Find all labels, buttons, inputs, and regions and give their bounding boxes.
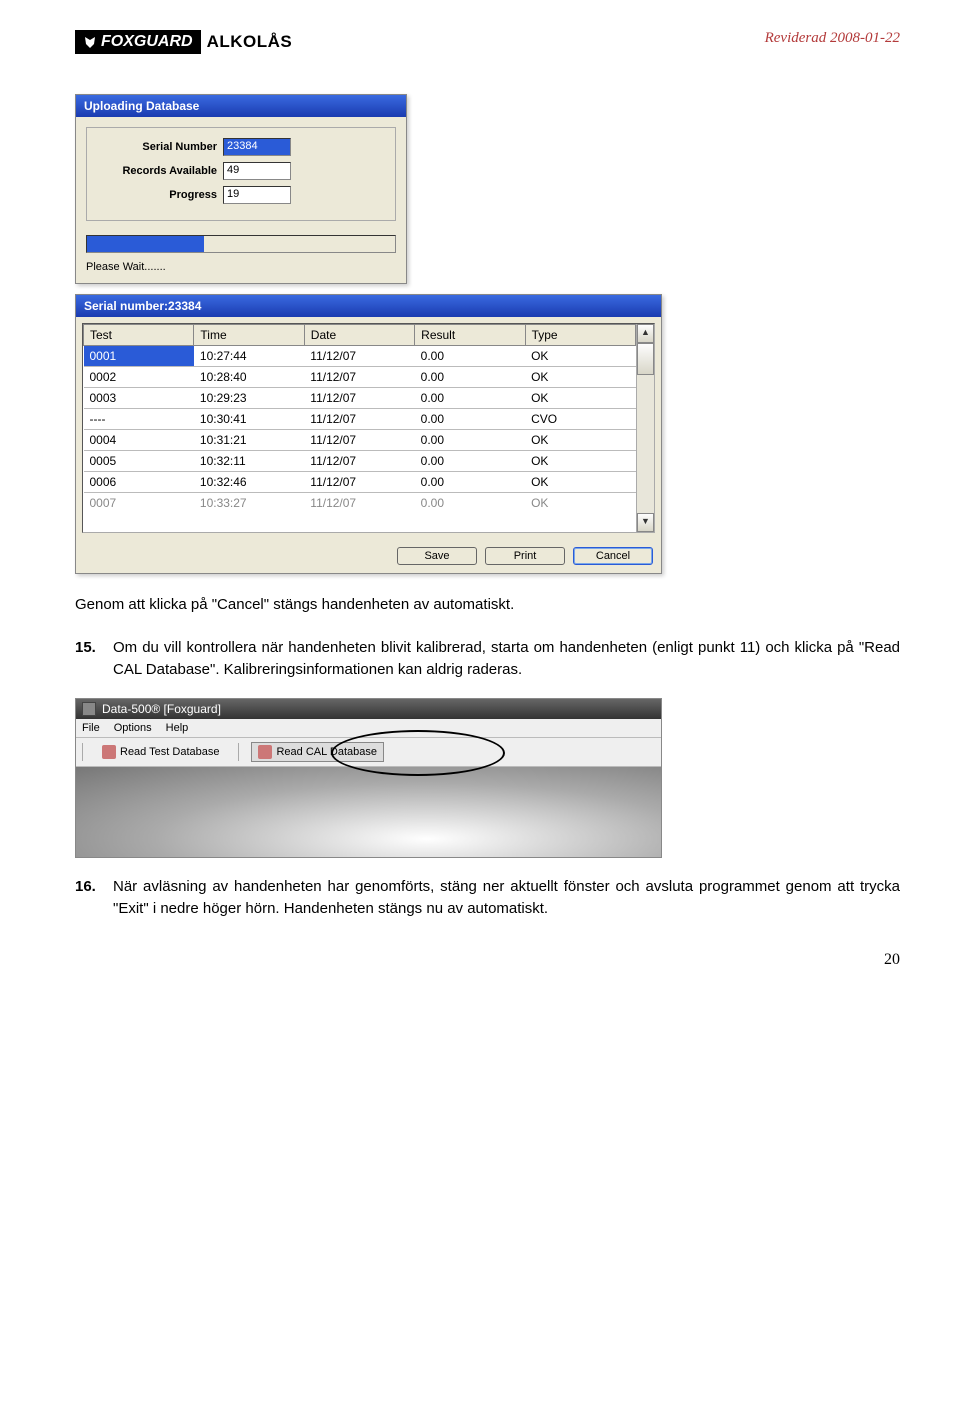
- logo-brand-text: FOXGUARD: [101, 33, 193, 51]
- dialog-title: Uploading Database: [76, 95, 406, 117]
- read-cal-icon: [258, 745, 272, 759]
- paragraph-cancel-info: Genom att klicka på "Cancel" stängs hand…: [75, 594, 900, 617]
- item-15-number: 15.: [75, 637, 113, 682]
- col-type[interactable]: Type: [525, 325, 635, 346]
- fox-icon: [83, 35, 97, 49]
- progress-label: Progress: [97, 189, 223, 201]
- scroll-down-icon[interactable]: ▼: [637, 513, 654, 532]
- read-test-database-button[interactable]: Read Test Database: [95, 742, 226, 762]
- progress-bar: [86, 235, 396, 253]
- app-window-title: Data-500® [Foxguard]: [76, 699, 661, 719]
- page-number: 20: [75, 951, 900, 969]
- read-test-icon: [102, 745, 116, 759]
- app-body-background: [76, 767, 661, 857]
- item-16-number: 16.: [75, 876, 113, 921]
- menu-options[interactable]: Options: [114, 722, 152, 734]
- read-cal-database-button[interactable]: Read CAL Database: [251, 742, 384, 762]
- please-wait-text: Please Wait.......: [86, 261, 396, 273]
- table-row[interactable]: 000110:27:4411/12/070.00OK: [84, 346, 636, 367]
- table-row[interactable]: 000610:32:4611/12/070.00OK: [84, 472, 636, 493]
- table-row[interactable]: 000510:32:1111/12/070.00OK: [84, 451, 636, 472]
- brand-logo: FOXGUARD ALKOLÅS: [75, 30, 292, 54]
- table-row[interactable]: 000710:33:2711/12/070.00OK: [84, 493, 636, 511]
- col-test[interactable]: Test: [84, 325, 194, 346]
- serial-input[interactable]: 23384: [223, 138, 291, 156]
- cancel-button[interactable]: Cancel: [573, 547, 653, 565]
- item-15: 15. Om du vill kontrollera när handenhet…: [75, 637, 900, 682]
- uploading-dialog: Uploading Database Serial Number 23384 R…: [75, 94, 407, 284]
- item-16: 16. När avläsning av handenheten har gen…: [75, 876, 900, 921]
- scroll-thumb[interactable]: [637, 343, 654, 375]
- scrollbar[interactable]: ▲ ▼: [636, 324, 654, 532]
- scroll-track[interactable]: [637, 343, 654, 513]
- col-time[interactable]: Time: [194, 325, 304, 346]
- item-15-text: Om du vill kontrollera när handenheten b…: [113, 637, 900, 682]
- print-button[interactable]: Print: [485, 547, 565, 565]
- save-button[interactable]: Save: [397, 547, 477, 565]
- menu-file[interactable]: File: [82, 722, 100, 734]
- revision-date: Reviderad 2008-01-22: [765, 30, 900, 47]
- col-result[interactable]: Result: [415, 325, 525, 346]
- table-row[interactable]: 000410:31:2111/12/070.00OK: [84, 430, 636, 451]
- records-input[interactable]: 49: [223, 162, 291, 180]
- scroll-up-icon[interactable]: ▲: [637, 324, 654, 343]
- results-dialog-title: Serial number:23384: [76, 295, 661, 317]
- progress-input[interactable]: 19: [223, 186, 291, 204]
- results-table[interactable]: Test Time Date Result Type 000110:27:441…: [83, 324, 636, 510]
- col-date[interactable]: Date: [304, 325, 414, 346]
- menu-bar[interactable]: File Options Help: [76, 719, 661, 738]
- results-dialog: Serial number:23384 Test Time Date Resul…: [75, 294, 662, 574]
- table-row[interactable]: 000310:29:2311/12/070.00OK: [84, 388, 636, 409]
- table-row[interactable]: 000210:28:4011/12/070.00OK: [84, 367, 636, 388]
- item-16-text: När avläsning av handenheten har genomfö…: [113, 876, 900, 921]
- menu-help[interactable]: Help: [166, 722, 189, 734]
- app-icon: [82, 702, 96, 716]
- table-row[interactable]: ----10:30:4111/12/070.00CVO: [84, 409, 636, 430]
- records-label: Records Available: [97, 165, 223, 177]
- app-window-screenshot: Data-500® [Foxguard] File Options Help R…: [75, 698, 662, 858]
- serial-label: Serial Number: [97, 141, 223, 153]
- logo-sub-text: ALKOLÅS: [207, 32, 293, 52]
